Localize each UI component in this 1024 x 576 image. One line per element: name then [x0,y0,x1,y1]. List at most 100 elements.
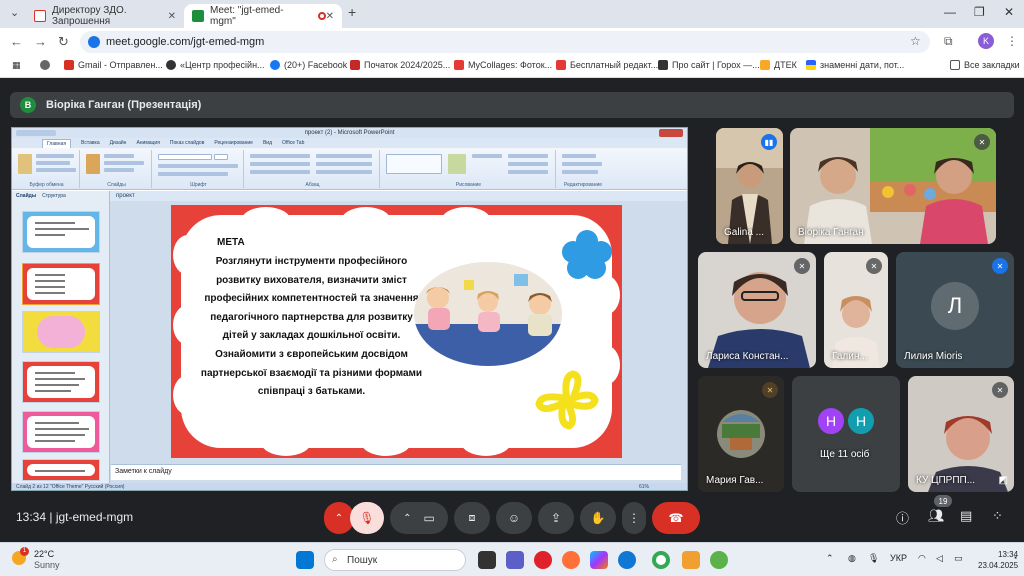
reload-icon[interactable]: ↻ [58,34,69,50]
ppt-status-bar: Слайд 2 из 12 "Office Theme" Русский (Ро… [12,483,687,490]
tab-meet[interactable]: Meet: "jgt-emed-mgm" ✕ [184,4,342,28]
extensions-icon[interactable]: ⧉ [944,34,953,49]
bookmark-centre[interactable]: «Центр професійн... [166,60,265,70]
menu-dots-icon[interactable]: ⋮ [1006,34,1018,48]
bookmark-gorokh[interactable]: Про сайт | Горох —... [658,60,760,70]
people-icon[interactable]: 👥︎ [928,508,945,524]
blue-flower-decoration [562,230,612,279]
copilot-icon[interactable] [590,551,608,569]
taskbar-search[interactable]: ⌕ Пошук [324,549,466,571]
activities-icon[interactable]: ⁘ [992,508,1003,524]
globe-icon [166,60,176,70]
wifi-icon[interactable]: ◠ [918,553,926,564]
bookmark-start[interactable]: Початок 2024/2025... [350,60,450,70]
forward-icon[interactable]: → [34,34,47,49]
bookmarks-bar: ▦ Gmail - Отправлен... «Центр професійн.… [0,56,1024,78]
participant-tile-lylia[interactable]: Л ✕ Лилия Mioris [896,252,1014,368]
tray-app-icon[interactable]: ◍ [848,553,856,564]
raise-hand-button[interactable]: ✋ [580,502,616,534]
meeting-code: jgt-emed-mgm [55,510,134,524]
group-label: Буфер обмена [29,182,64,188]
tray-mic-icon[interactable]: 🎙︎ [868,553,879,564]
tab-title: Meet: "jgt-emed-mgm" [210,5,284,27]
tab-search-icon[interactable]: ⌄ [10,6,19,19]
bookmark-gmail[interactable]: Gmail - Отправлен... [64,60,163,70]
present-button[interactable]: ⇪ [538,502,574,534]
pin-icon[interactable]: ◩ [999,475,1008,486]
gorokh-icon [658,60,668,70]
tab-director[interactable]: Директору ЗДО. Запрошення ✕ [26,4,184,28]
new-tab-button[interactable]: + [348,4,356,20]
more-options-button[interactable]: ⋮ [622,502,646,534]
input-language[interactable]: УКР [890,553,907,563]
bookmark-mycollages[interactable]: MyCollages: Фоток... [454,60,552,70]
notifications-icon[interactable]: ◔ [1012,553,1017,563]
mic-off-icon: ✕ [992,382,1008,398]
participant-tile-ku[interactable]: ✕ ◩ КУ ЦПРПП... [908,376,1014,492]
participants-count-badge: 19 [934,495,952,507]
url-input[interactable]: meet.google.com/jgt-emed-mgm [80,31,930,53]
doc-tab: проект [110,191,687,201]
restore-icon[interactable]: ❐ [974,5,985,19]
windows-start-icon[interactable] [296,551,314,569]
apps-icon[interactable]: ▦ [12,60,21,71]
participant-tile-more[interactable]: Н Н Ще 11 осіб [792,376,900,492]
participant-tile-larysa[interactable]: ✕ Лариса Констан... [698,252,816,368]
bookmark-facebook[interactable]: (20+) Facebook [270,60,347,70]
slide-thumbnail-pane: Слайды Структура [12,191,110,483]
volume-icon[interactable]: ◁ [936,553,943,564]
cloud-scallop [241,207,291,235]
microphone-button[interactable]: 🎙︎ [350,502,384,534]
participant-tile-galina[interactable]: ▮▮ Galina ... [716,128,783,244]
tray-chevron-icon[interactable]: ⌃ [826,553,834,564]
participant-tile-maria[interactable]: ✕ Мария Гав... [698,376,784,492]
chrome-icon[interactable] [652,551,670,569]
search-icon: ⌕ [332,554,338,565]
editor-icon [556,60,566,70]
minimize-icon[interactable]: — [944,5,956,19]
bookmark-dates[interactable]: знаменні дати, пот... [806,60,904,70]
group-label: Редактирование [563,182,603,188]
profile-avatar[interactable]: K [978,33,994,49]
participant-tile-vioryka[interactable]: ✕ Віоріка Ганган [790,128,996,244]
back-icon[interactable]: ← [10,34,23,49]
slide-notes[interactable]: Заметки к слайду [111,464,681,480]
battery-icon[interactable]: ▭ [954,553,963,564]
captions-button[interactable]: ⧈ [454,502,490,534]
close-tab-icon[interactable]: ✕ [168,11,176,22]
app-icon[interactable] [682,551,700,569]
all-bookmarks[interactable]: Все закладки [950,60,1020,70]
bookmark-globe-icon[interactable] [40,60,54,70]
cloud-scallop [441,207,491,235]
participant-name: Galina ... [724,227,765,238]
camera-button[interactable]: ⌃ ▭ [390,502,448,534]
bookmark-editor[interactable]: Бесплатный редакт... [556,60,658,70]
browser-tab-bar: ⌄ Директору ЗДО. Запрошення ✕ Meet: "jgt… [0,0,1024,28]
children-photo [414,262,562,366]
app-icon[interactable] [710,551,728,569]
opera-icon[interactable] [534,551,552,569]
emoji-icon: ☺ [507,511,521,525]
firefox-icon[interactable] [562,551,580,569]
chat-icon[interactable]: ▤ [960,508,972,524]
info-icon[interactable]: ⓘ [896,508,909,527]
edge-icon[interactable] [618,551,636,569]
reactions-button[interactable]: ☺ [496,502,532,534]
teams-icon[interactable] [506,551,524,569]
bookmark-star-icon[interactable]: ☆ [910,34,921,48]
cloud-scallop [590,275,620,315]
leave-call-button[interactable]: ☎ [652,502,700,534]
cloud-scallop [461,428,511,456]
close-window-icon[interactable]: ✕ [1004,5,1014,19]
group-label: Слайды [107,182,126,188]
participant-tile-halyna[interactable]: ✕ Галин... [824,252,888,368]
chevron-up-icon: ⌃ [334,512,344,524]
weather-widget[interactable]: 1 22°C Sunny [12,547,60,571]
close-tab-icon[interactable]: ✕ [326,11,334,22]
bookmark-dtek[interactable]: ДТЕК [760,60,797,70]
group-label: Абзац [305,182,320,188]
bookmark-label: Все закладки [964,60,1020,70]
task-view-icon[interactable] [478,551,496,569]
participant-avatar: Н [816,406,846,436]
site-info-icon[interactable] [88,36,100,48]
